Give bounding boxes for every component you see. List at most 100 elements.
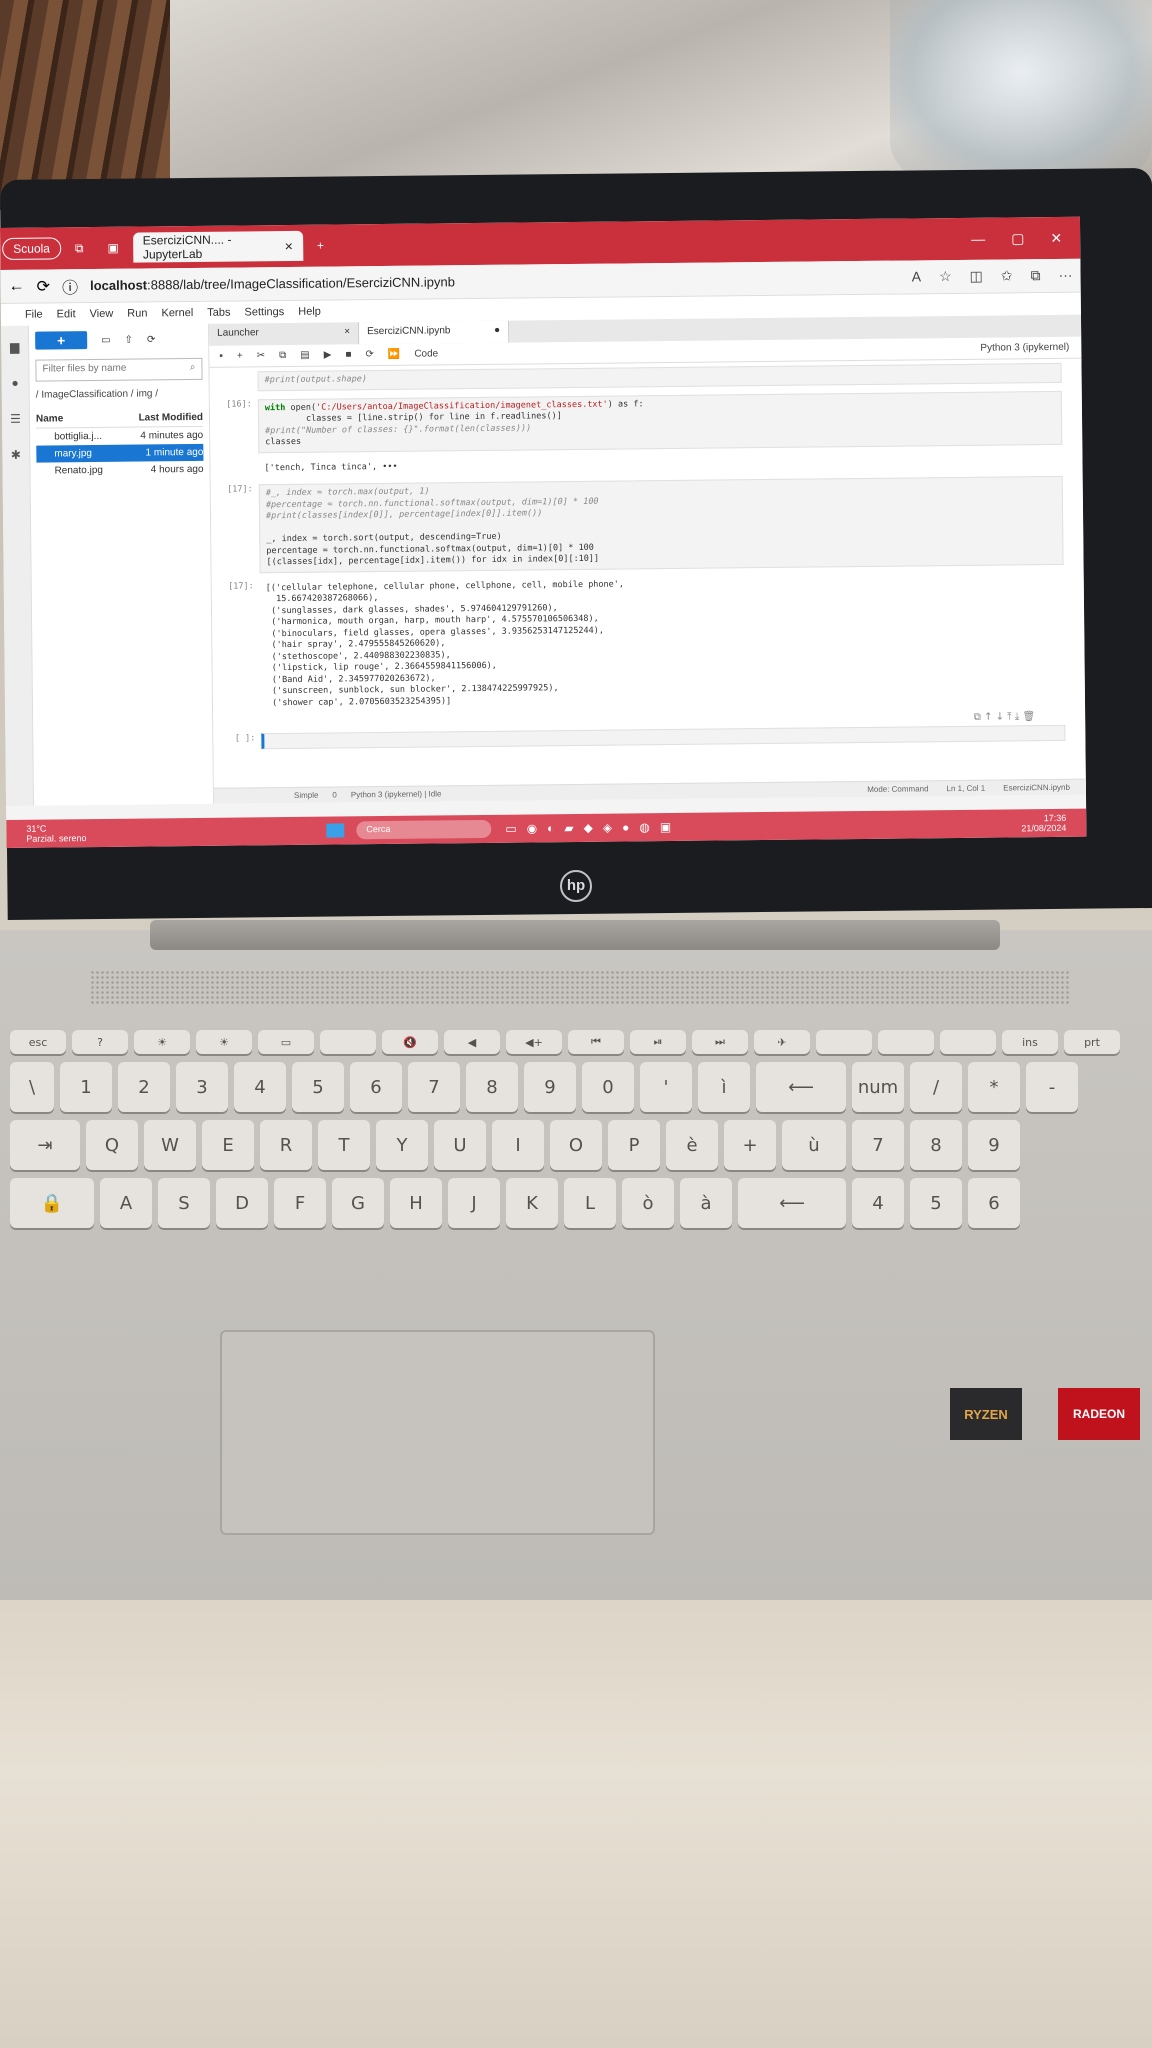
table-cloth — [0, 1590, 1152, 2048]
col-name[interactable]: Name — [36, 413, 63, 424]
search-icon: ⌕ — [189, 361, 196, 374]
refresh-files-icon[interactable]: ⟳ — [147, 334, 156, 345]
app-icon[interactable]: ▣ — [660, 820, 671, 834]
cut-icon[interactable]: ✂ — [257, 350, 266, 361]
ryzen-sticker: RYZEN — [950, 1388, 1022, 1440]
edge-icon[interactable]: ◐ — [547, 821, 554, 835]
menu-help[interactable]: Help — [298, 306, 321, 318]
terminal-count: 0 — [332, 790, 337, 800]
close-tab-icon[interactable]: × — [285, 238, 293, 254]
split-screen-icon[interactable]: ◫ — [970, 268, 983, 285]
folder-icon[interactable]: ▆ — [10, 340, 19, 354]
file-row-selected[interactable]: mary.jpg 1 minute ago — [36, 443, 204, 463]
code-cell[interactable]: #print(output.shape) — [220, 362, 1062, 391]
insert-cell-icon[interactable]: + — [237, 350, 243, 361]
save-icon[interactable]: ▪ — [219, 351, 223, 362]
unsaved-dot-icon: ● — [493, 324, 501, 336]
photo-scene: hp esc? ☀ ☀ ▭ 🔇 ◀ ◀+ ⏮ ⏯ ⏭ ✈ ins prt \ 1 2 3 4 5 6 7 8 9 0 ' ì ⟵ n… — [0, 0, 1152, 2048]
restart-icon[interactable]: ⟳ — [365, 349, 374, 360]
explorer-icon[interactable]: ▰ — [564, 821, 573, 835]
move-up-icon[interactable]: ↑ — [984, 712, 993, 723]
copy-icon[interactable]: ⧉ — [279, 350, 286, 361]
stop-icon[interactable]: ■ — [345, 349, 351, 360]
info-icon[interactable]: ⓘ — [62, 274, 78, 298]
notebook-area: Launcher × EserciziCNN.ipynb ● ▪ + ✂ ⧉ ▤ ▶… — [209, 314, 1086, 804]
read-aloud-icon[interactable]: A — [912, 268, 922, 285]
menu-run[interactable]: Run — [127, 307, 147, 319]
paste-icon[interactable]: ▤ — [300, 350, 310, 361]
chrome-icon[interactable]: ◉ — [527, 821, 538, 835]
menu-settings[interactable]: Settings — [244, 306, 284, 318]
kernel-name[interactable]: Python 3 (ipykernel) — [980, 342, 1081, 354]
new-folder-icon[interactable]: ▭ — [101, 334, 111, 345]
tab-actions-icon[interactable]: ▣ — [97, 233, 129, 263]
duplicate-cell-icon[interactable]: ⧉ — [974, 712, 981, 723]
tab-jupyterlab[interactable]: EserciziCNN.... - JupyterLab × — [132, 230, 303, 263]
toc-icon[interactable]: ☰ — [10, 412, 21, 426]
radeon-sticker: RADEON — [1058, 1388, 1140, 1440]
speaker-grille — [90, 970, 1070, 1004]
cursor-position[interactable]: Ln 1, Col 1 — [946, 784, 985, 793]
minimize-icon[interactable]: — — [971, 230, 985, 247]
windows-start-icon[interactable] — [326, 823, 345, 838]
file-list-header: Name Last Modified — [35, 408, 204, 429]
more-icon[interactable]: ··· — [1058, 267, 1072, 284]
maximize-icon[interactable]: ▢ — [1011, 230, 1024, 247]
favorite-icon[interactable]: ☆ — [939, 268, 952, 285]
breadcrumb[interactable]: / ImageClassification / img / — [36, 388, 203, 400]
cell-prompt: [17]: — [228, 580, 254, 592]
move-down-icon[interactable]: ↓ — [996, 712, 1005, 723]
file-row[interactable]: bottiglia.j... 4 minutes ago — [36, 427, 203, 446]
delete-cell-icon[interactable]: 🗑 — [1022, 711, 1035, 722]
favorites-icon[interactable]: ✩ — [1001, 267, 1013, 284]
app-icon[interactable]: ◍ — [639, 820, 650, 834]
tab-launcher[interactable]: Launcher × — [209, 322, 360, 346]
profile-button[interactable]: Scuola — [2, 237, 62, 260]
insert-above-icon[interactable]: ⤒ — [1007, 711, 1012, 722]
water-bottle — [890, 0, 1152, 180]
col-modified[interactable]: Last Modified — [138, 412, 203, 424]
run-icon[interactable]: ▶ — [324, 350, 332, 361]
new-tab-icon[interactable]: + — [307, 231, 334, 261]
new-launcher-button[interactable]: + — [35, 331, 88, 350]
weather-widget[interactable]: 31°C Parzial. sereno — [6, 822, 186, 844]
touchpad[interactable] — [220, 1330, 655, 1535]
cell-prompt: [16]: — [226, 398, 252, 410]
clock-date: 21/08/2024 — [1021, 822, 1067, 834]
clock-time: 17:36 — [1043, 812, 1067, 824]
back-icon[interactable]: ← — [9, 277, 25, 295]
taskbar-search[interactable]: Cerca — [356, 819, 492, 840]
url-field[interactable]: localhost:8888/lab/tree/ImageClassificat… — [90, 274, 455, 293]
collections-icon[interactable]: ⧉ — [65, 233, 94, 263]
close-window-icon[interactable]: ✕ — [1050, 229, 1062, 246]
tab-notebook[interactable]: EserciziCNN.ipynb ● — [359, 320, 510, 345]
app-icon[interactable]: ◆ — [584, 821, 593, 835]
refresh-icon[interactable]: ⟳ — [37, 276, 51, 296]
app-icon[interactable]: ● — [622, 820, 629, 834]
file-row[interactable]: Renato.jpg 4 hours ago — [36, 461, 203, 480]
simple-mode-toggle[interactable]: Simple — [294, 791, 319, 800]
keyboard[interactable]: esc? ☀ ☀ ▭ 🔇 ◀ ◀+ ⏮ ⏯ ⏭ ✈ ins prt \ 1 2 3 4 5 6 7 8 9 0 ' ì ⟵ num /… — [10, 1030, 1130, 1300]
running-icon[interactable]: ● — [11, 376, 18, 390]
kernel-status[interactable]: Python 3 (ipykernel) | Idle — [351, 789, 442, 799]
menu-file[interactable]: File — [25, 309, 43, 321]
code-cell[interactable]: [16]: with open('C:/Users/antoa/ImageCla… — [220, 390, 1063, 453]
close-doc-icon: × — [344, 326, 351, 338]
filter-files-input[interactable]: Filter files by name ⌕ — [35, 357, 203, 382]
system-tray[interactable]: 17:36 21/08/2024 — [1021, 812, 1086, 834]
upload-icon[interactable]: ⇧ — [125, 334, 134, 345]
task-view-icon[interactable]: ▭ — [505, 822, 516, 836]
collections-browser-icon[interactable]: ⧉ — [1030, 267, 1040, 284]
menu-view[interactable]: View — [90, 308, 114, 320]
menu-tabs[interactable]: Tabs — [207, 307, 230, 319]
code-cell[interactable]: [17]: #_, index = torch.max(output, 1) #… — [221, 475, 1064, 573]
menu-edit[interactable]: Edit — [57, 308, 76, 320]
notebook-cells: #print(output.shape) [16]: with open('C:… — [209, 359, 1085, 788]
menu-kernel[interactable]: Kernel — [161, 307, 193, 319]
cell-type-select[interactable]: Code — [414, 348, 438, 359]
fast-forward-icon[interactable]: ⏩ — [388, 349, 401, 360]
extension-icon[interactable]: ✱ — [11, 448, 21, 462]
hp-logo: hp — [560, 870, 592, 902]
app-icon[interactable]: ◈ — [603, 821, 612, 835]
insert-below-icon[interactable]: ⤓ — [1015, 711, 1020, 722]
